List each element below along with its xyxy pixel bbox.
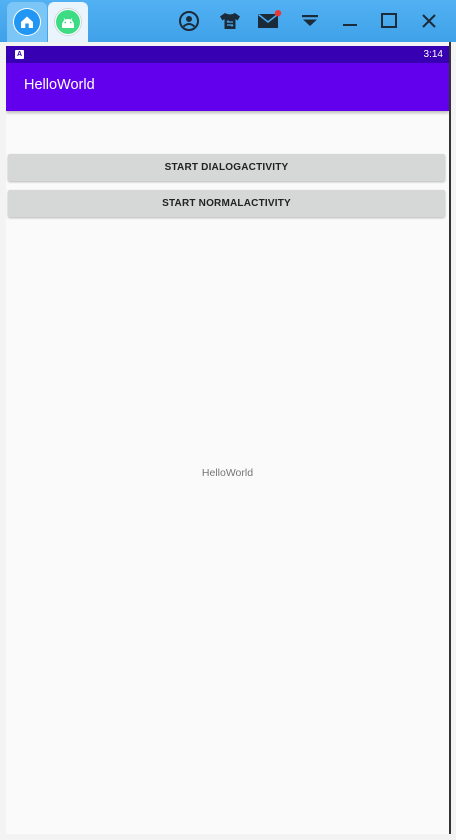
mail-icon[interactable] [256, 8, 282, 34]
tab-android[interactable] [48, 2, 88, 42]
emulator-window: A 3:14 HelloWorld START DIALOGACTIVITY S… [0, 0, 456, 840]
device-frame-edge [449, 42, 451, 840]
hello-world-text: HelloWorld [201, 467, 254, 479]
minimize-icon[interactable] [337, 8, 363, 34]
tshirt-icon[interactable] [217, 8, 243, 34]
app-title: HelloWorld [24, 77, 95, 93]
account-icon[interactable] [176, 8, 202, 34]
start-normal-activity-button[interactable]: START NORMALACTIVITY [8, 190, 445, 217]
start-dialog-activity-button[interactable]: START DIALOGACTIVITY [8, 154, 445, 181]
app-bar: HelloWorld [6, 63, 449, 111]
home-icon [13, 8, 41, 36]
maximize-icon[interactable] [376, 8, 402, 34]
close-icon[interactable] [416, 8, 442, 34]
dropdown-icon[interactable] [297, 8, 323, 34]
status-indicator-icon: A [15, 50, 24, 59]
window-bottom-border [0, 834, 456, 840]
status-time: 3:14 [423, 49, 443, 60]
device-screen: A 3:14 HelloWorld START DIALOGACTIVITY S… [6, 46, 449, 834]
status-bar: A 3:14 [6, 46, 449, 63]
emulator-toolbar [0, 0, 456, 42]
tab-home[interactable] [7, 2, 47, 42]
android-icon [54, 8, 82, 36]
mail-badge [274, 10, 282, 17]
